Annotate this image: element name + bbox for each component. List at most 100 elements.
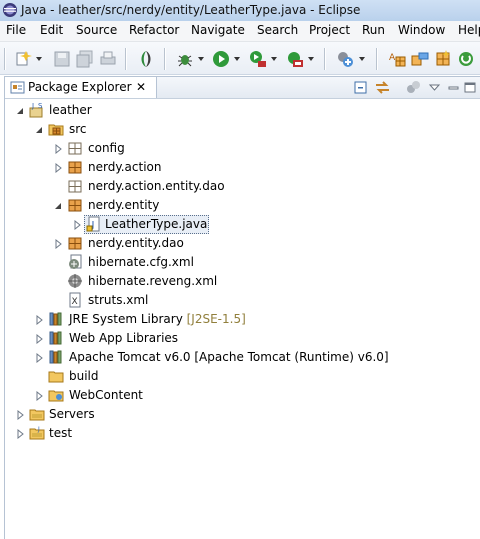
menu-navigate[interactable]: Navigate: [191, 23, 245, 37]
focus-task-icon[interactable]: [405, 79, 422, 96]
tree-item-test[interactable]: J test: [5, 424, 475, 443]
chevron-right-icon[interactable]: [72, 219, 82, 231]
tree-label: nerdy.action.entity.dao: [88, 179, 225, 193]
open-type-icon[interactable]: [434, 50, 452, 68]
toolbar-separator: [324, 48, 325, 70]
chevron-down-icon[interactable]: [15, 105, 25, 115]
chevron-right-icon[interactable]: [15, 428, 25, 440]
toolbar-separator: [376, 48, 377, 70]
menu-run[interactable]: Run: [362, 23, 385, 37]
window-title: Java - leather/src/nerdy/entity/LeatherT…: [21, 3, 361, 17]
menu-window[interactable]: Window: [398, 23, 445, 37]
library-icon: [48, 330, 64, 346]
library-icon: [48, 311, 64, 327]
chevron-right-icon[interactable]: [34, 352, 44, 364]
hibernate-config-icon: [67, 254, 83, 270]
tree-item-build[interactable]: build: [5, 367, 475, 386]
tree-item-leather[interactable]: JS leather: [5, 101, 475, 120]
package-empty-icon: [67, 140, 83, 156]
web-folder-icon: [48, 387, 64, 403]
chevron-right-icon[interactable]: [15, 409, 25, 421]
save-all-icon[interactable]: [76, 50, 94, 68]
menu-file[interactable]: File: [6, 23, 26, 37]
chevron-down-icon[interactable]: [34, 124, 44, 134]
chevron-right-icon[interactable]: [53, 143, 63, 155]
tree-label: JRE System Library [J2SE-1.5]: [69, 312, 246, 326]
chevron-right-icon[interactable]: [34, 314, 44, 326]
main-toolbar: A: [0, 42, 480, 75]
package-icon: [67, 197, 83, 213]
xml-file-icon: X: [67, 292, 83, 308]
tree-item-nerdy-action[interactable]: nerdy.action: [5, 158, 475, 177]
menu-project[interactable]: Project: [309, 23, 350, 37]
tree-item-hibernate-reveng-xml[interactable]: hibernate.reveng.xml: [5, 272, 475, 291]
tree-item-nerdy-entity-dao[interactable]: nerdy.entity.dao: [5, 234, 475, 253]
new-java-project-icon[interactable]: [336, 50, 354, 68]
java-project-dropdown-arrow[interactable]: [359, 57, 365, 61]
debug-dropdown-arrow[interactable]: [198, 57, 204, 61]
tree-label: build: [69, 369, 99, 383]
menu-refactor[interactable]: Refactor: [129, 23, 179, 37]
tree-item-servers[interactable]: Servers: [5, 405, 475, 424]
menu-search[interactable]: Search: [257, 23, 298, 37]
run-coverage-icon[interactable]: [249, 50, 267, 68]
package-explorer-icon: [10, 80, 25, 95]
tree-label: Servers: [49, 407, 95, 421]
hibernate-reveng-icon: [67, 273, 83, 289]
chevron-right-icon[interactable]: [53, 162, 63, 174]
tree-item-jre-system-library[interactable]: JRE System Library [J2SE-1.5]: [5, 310, 475, 329]
tree-item-hibernate-cfg-xml[interactable]: hibernate.cfg.xml: [5, 253, 475, 272]
new-package-icon[interactable]: A: [388, 50, 406, 68]
new-dropdown-arrow[interactable]: [36, 57, 42, 61]
window-title-bar: Java - leather/src/nerdy/entity/LeatherT…: [0, 0, 480, 22]
minimize-icon[interactable]: [445, 79, 462, 96]
collapse-all-icon[interactable]: [352, 79, 369, 96]
tree-item-apache-tomcat[interactable]: Apache Tomcat v6.0 [Apache Tomcat (Runti…: [5, 348, 475, 367]
coverage-dropdown-arrow[interactable]: [271, 57, 277, 61]
web-icon[interactable]: [457, 50, 475, 68]
tab-package-explorer[interactable]: Package Explorer ✕: [5, 77, 157, 98]
menu-bar: File Edit Source Refactor Navigate Searc…: [0, 21, 480, 42]
chevron-right-icon[interactable]: [34, 333, 44, 345]
tree-label: hibernate.reveng.xml: [88, 274, 218, 288]
print-icon[interactable]: [99, 50, 117, 68]
tree-label: Web App Libraries: [69, 331, 179, 345]
package-explorer-view: Package Explorer ✕ JS leather src config…: [4, 76, 480, 539]
chevron-right-icon[interactable]: [34, 390, 44, 402]
tree-item-struts-xml[interactable]: X struts.xml: [5, 291, 475, 310]
tree-item-leathertype-java[interactable]: J LeatherType.java: [5, 215, 475, 234]
external-tools-icon[interactable]: [286, 50, 304, 68]
tree-item-config[interactable]: config: [5, 139, 475, 158]
tree-item-src[interactable]: src: [5, 120, 475, 139]
maximize-icon[interactable]: [462, 79, 479, 96]
view-menu-icon[interactable]: [426, 79, 443, 96]
link-with-editor-icon[interactable]: [374, 79, 391, 96]
tab-label: Package Explorer: [28, 80, 132, 94]
java-project-icon: JS: [29, 102, 45, 118]
perspective-icon[interactable]: [137, 50, 155, 68]
chevron-right-icon[interactable]: [53, 238, 63, 250]
svg-text:J: J: [37, 426, 40, 433]
tree-item-nerdy-action-entity-dao[interactable]: nerdy.action.entity.dao: [5, 177, 475, 196]
tree-label: test: [49, 426, 73, 440]
tree-item-web-app-libraries[interactable]: Web App Libraries: [5, 329, 475, 348]
tree-item-webcontent[interactable]: WebContent: [5, 386, 475, 405]
menu-edit[interactable]: Edit: [40, 23, 63, 37]
close-icon[interactable]: ✕: [136, 80, 146, 94]
run-dropdown-arrow[interactable]: [234, 57, 240, 61]
new-wizard-icon[interactable]: [14, 50, 32, 68]
tree-label: src: [69, 122, 87, 136]
tree-item-nerdy-entity[interactable]: nerdy.entity: [5, 196, 475, 215]
new-class-icon[interactable]: [411, 50, 429, 68]
tree-label: config: [88, 141, 125, 155]
debug-icon[interactable]: [176, 50, 194, 68]
menu-help[interactable]: Help: [458, 23, 480, 37]
library-icon: [48, 349, 64, 365]
project-folder-icon: J: [29, 425, 45, 441]
run-icon[interactable]: [212, 50, 230, 68]
external-tools-dropdown-arrow[interactable]: [308, 57, 314, 61]
save-icon[interactable]: [53, 50, 71, 68]
menu-source[interactable]: Source: [76, 23, 117, 37]
chevron-down-icon[interactable]: [53, 200, 63, 210]
tree-label: nerdy.action: [88, 160, 162, 174]
